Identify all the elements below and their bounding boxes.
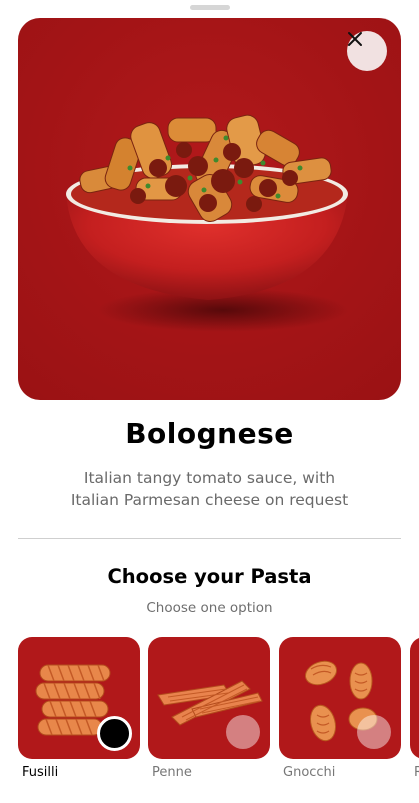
sheet-grabber[interactable]	[190, 5, 230, 10]
pasta-section-subtitle: Choose one option	[146, 600, 273, 616]
fusilli-image	[18, 637, 140, 759]
gnocchi-radio[interactable]	[357, 715, 391, 749]
pasta-option-partial[interactable]: R	[410, 637, 419, 780]
gnocchi-image	[279, 637, 401, 759]
dish-description-line-1: Italian tangy tomato sauce, with	[83, 469, 336, 487]
pasta-option-penne[interactable]: Penne	[148, 637, 270, 780]
penne-radio[interactable]	[226, 715, 260, 749]
dish-description: Italian tangy tomato sauce, with Italian…	[40, 467, 379, 511]
gnocchi-label: Gnocchi	[283, 765, 336, 780]
pasta-options: Fusilli Penne Gnocchi R	[18, 637, 419, 803]
fusilli-radio[interactable]	[97, 716, 132, 751]
dish-image	[18, 18, 401, 400]
dish-title: Bolognese	[125, 417, 294, 450]
pasta-section-title: Choose your Pasta	[107, 565, 312, 588]
penne-image	[148, 637, 270, 759]
divider	[18, 538, 401, 539]
close-button[interactable]	[347, 31, 387, 71]
pasta-option-fusilli[interactable]: Fusilli	[18, 637, 140, 780]
pasta-bowl-illustration	[66, 114, 348, 332]
fusilli-label: Fusilli	[22, 765, 59, 780]
partial-option-image	[410, 637, 419, 759]
close-icon	[348, 32, 362, 46]
dish-description-line-2: Italian Parmesan cheese on request	[70, 491, 349, 509]
partial-option-label: R	[414, 765, 419, 780]
penne-label: Penne	[152, 765, 192, 780]
pasta-option-gnocchi[interactable]: Gnocchi	[279, 637, 401, 780]
product-sheet: Bolognese Italian tangy tomato sauce, wi…	[0, 0, 419, 803]
